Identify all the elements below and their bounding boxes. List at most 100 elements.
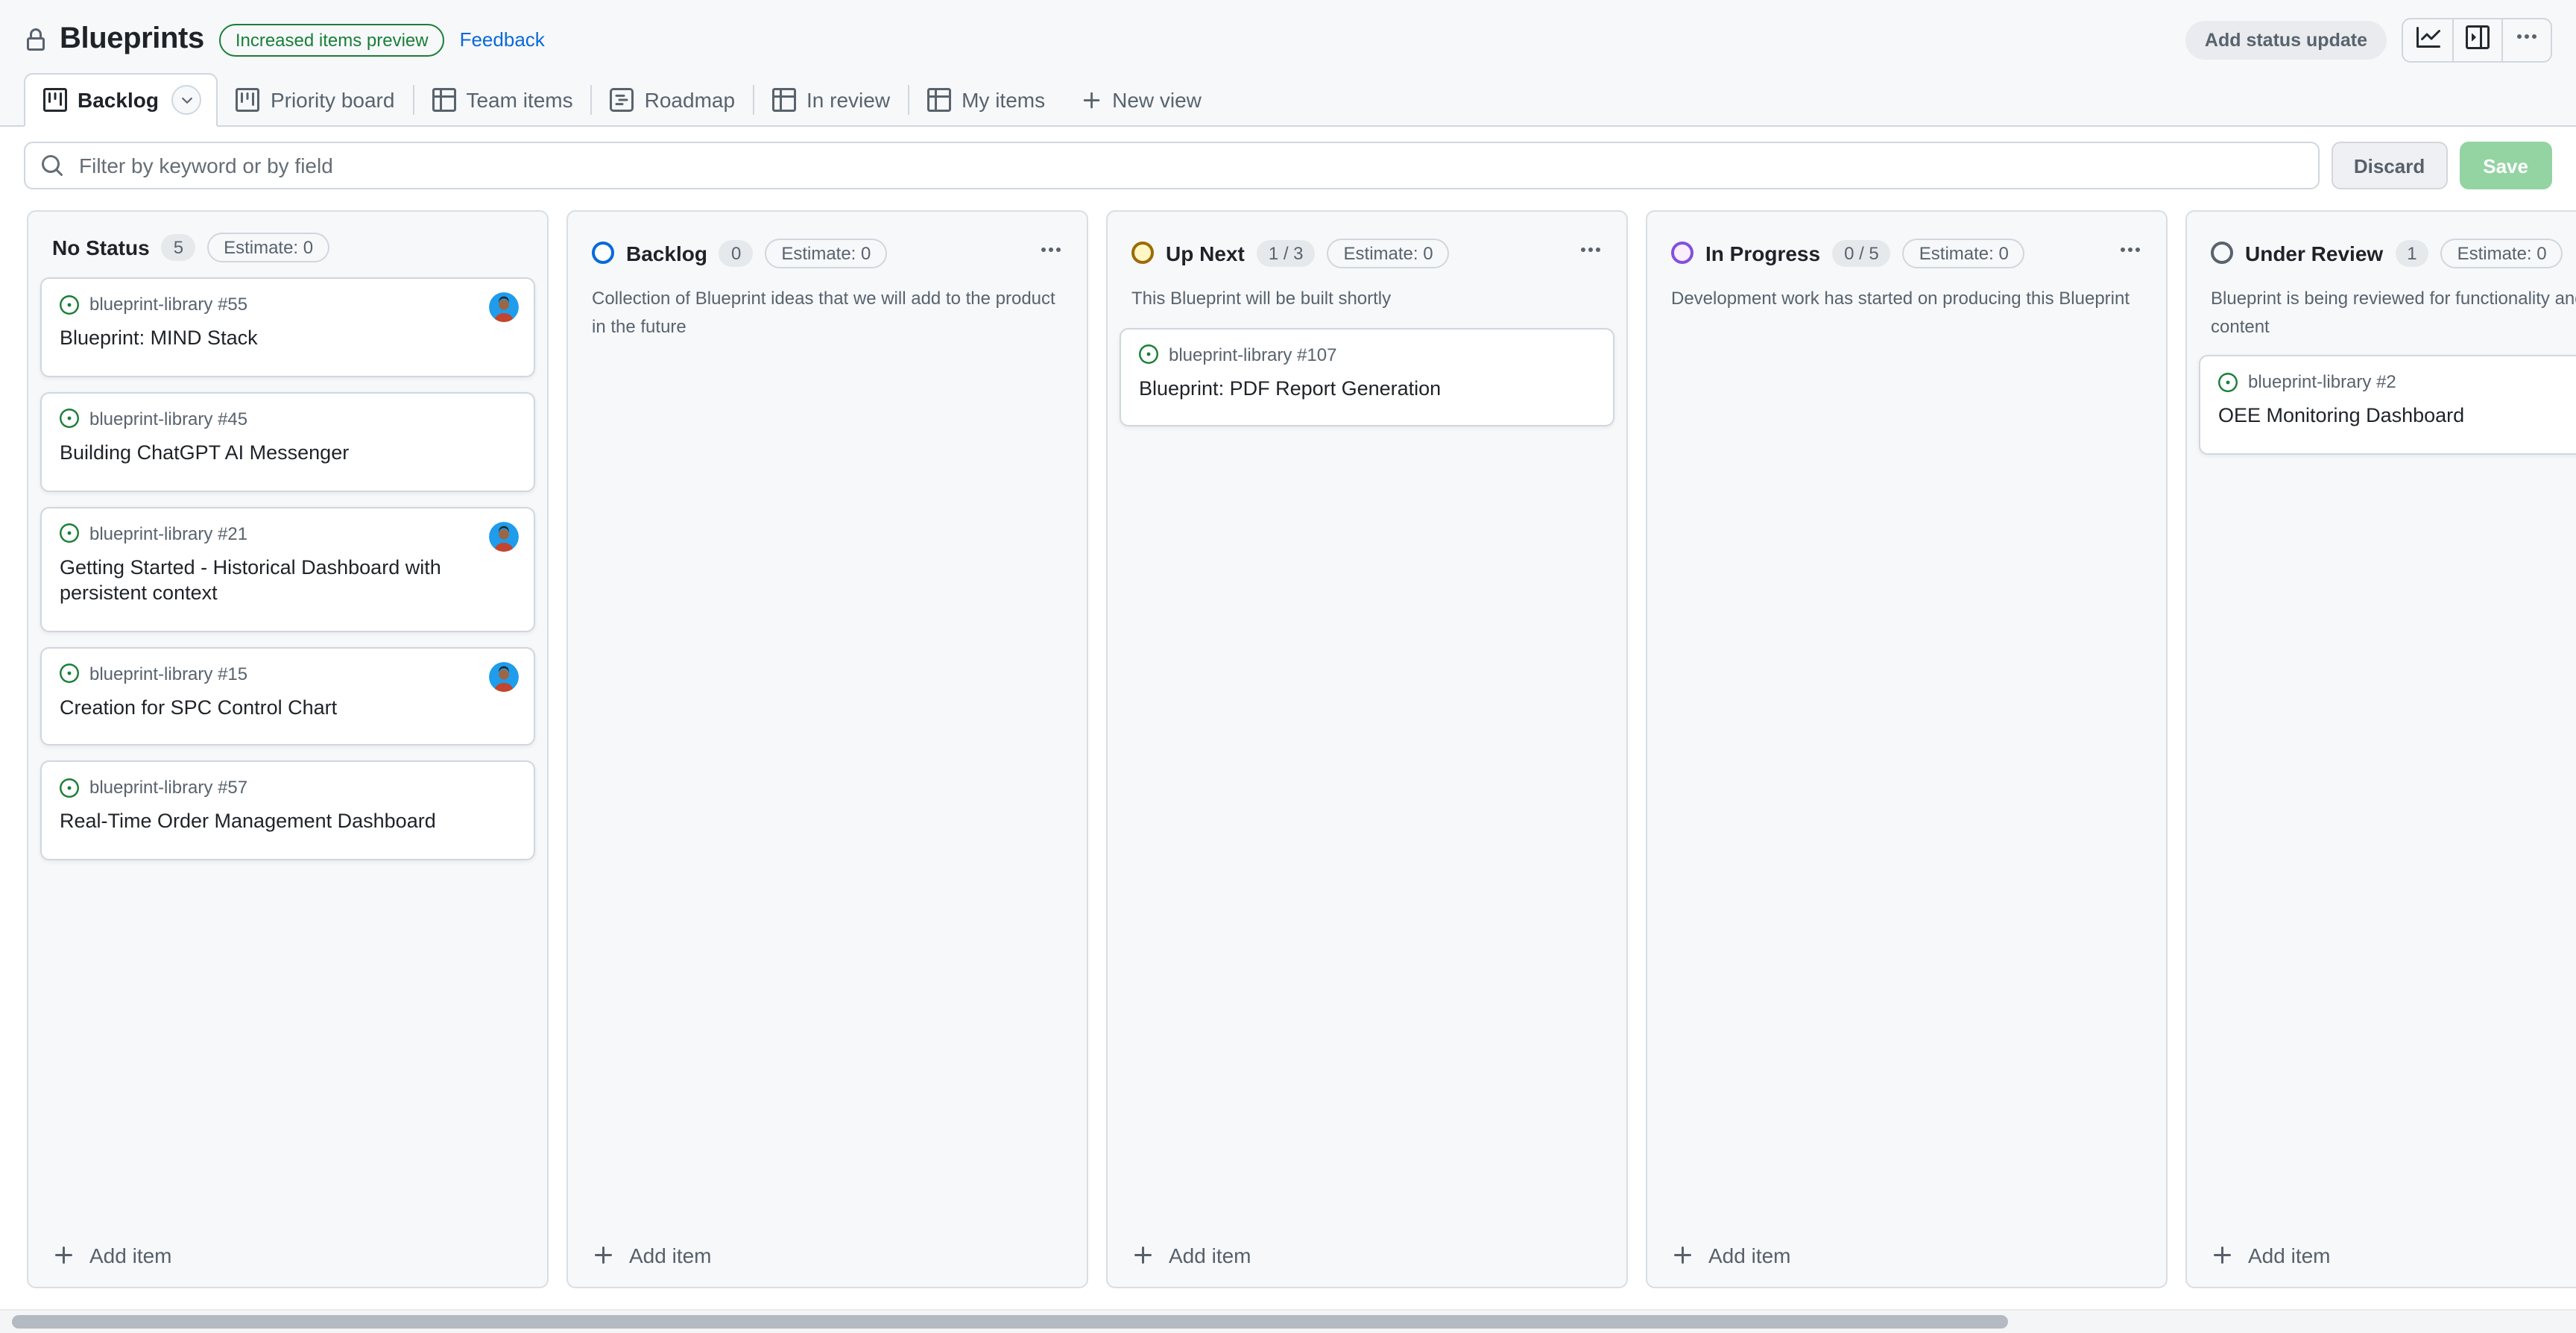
add-item-button[interactable]: Add item [568,1224,1087,1287]
column-title: Under Review [2245,241,2383,265]
tab-roadmap[interactable]: Roadmap [593,73,753,127]
issue-id-label[interactable]: blueprint-library #107 [1169,344,1336,365]
issue-card[interactable]: blueprint-library #107 Blueprint: PDF Re… [1120,327,1614,427]
plus-icon [52,1244,76,1267]
tab-priority-board[interactable]: Priority board [218,73,413,127]
insights-button[interactable] [2403,19,2452,60]
status-circle-icon [1131,242,1154,264]
search-icon [40,154,64,177]
add-item-label: Add item [1169,1244,1251,1267]
estimate-badge: Estimate: 0 [2441,238,2563,268]
issue-id-label[interactable]: blueprint-library #57 [89,778,247,798]
issue-card[interactable]: blueprint-library #45 Building ChatGPT A… [40,392,535,492]
column-menu-button[interactable] [1033,233,1069,273]
side-panel-toggle-button[interactable] [2452,19,2501,60]
issue-id-label[interactable]: blueprint-library #45 [89,409,247,429]
plus-icon [1671,1244,1695,1267]
estimate-badge: Estimate: 0 [207,233,329,262]
column-count-badge: 1 [2395,239,2428,266]
column-title: In Progress [1705,241,1820,265]
issue-id-label[interactable]: blueprint-library #15 [89,663,247,684]
column-cards: blueprint-library #2 OEE Monitoring Dash… [2187,340,2576,1224]
filter-input-container[interactable] [24,142,2320,189]
kebab-icon [2515,25,2539,54]
view-tabs: BacklogPriority boardTeam itemsRoadmapIn… [0,73,2576,127]
issue-title[interactable]: Getting Started - Historical Dashboard w… [60,556,516,607]
add-item-label: Add item [1708,1244,1791,1267]
issue-id-label[interactable]: blueprint-library #55 [89,294,247,315]
project-menu-button[interactable] [2501,19,2551,60]
tab-team-items[interactable]: Team items [414,73,590,127]
board-column: Up Next 1 / 3 Estimate: 0 This Blueprint… [1106,210,1628,1288]
top-bar: Blueprints Increased items preview Feedb… [0,0,2576,127]
add-item-button[interactable]: Add item [2187,1224,2576,1287]
horizontal-scrollbar[interactable] [0,1309,2576,1333]
column-title: Up Next [1166,241,1245,265]
save-button[interactable]: Save [2459,142,2552,189]
filter-input[interactable] [76,152,2303,179]
issue-opened-icon [60,409,79,429]
tab-my-items[interactable]: My items [909,73,1063,127]
add-item-button[interactable]: Add item [28,1224,547,1287]
issue-title[interactable]: Blueprint: PDF Report Generation [1139,376,1595,402]
column-count-badge: 1 / 3 [1257,239,1316,266]
issue-opened-icon [2218,372,2238,391]
board-column: Under Review 1 Estimate: 0 Blueprint is … [2185,210,2576,1288]
column-header: No Status 5 Estimate: 0 [28,212,547,262]
issue-opened-icon [60,294,79,314]
issue-card[interactable]: blueprint-library #2 OEE Monitoring Dash… [2199,355,2576,455]
add-item-button[interactable]: Add item [1647,1224,2166,1287]
assignee-avatar[interactable] [489,522,519,552]
issue-card[interactable]: blueprint-library #15 Creation for SPC C… [40,646,535,746]
view-options-caret[interactable] [172,85,202,115]
sidebar-collapse-icon [2466,25,2490,54]
issue-title[interactable]: OEE Monitoring Dashboard [2218,404,2576,429]
issue-id-label[interactable]: blueprint-library #2 [2248,371,2396,392]
scrollbar-thumb[interactable] [12,1315,2008,1329]
tab-backlog[interactable]: Backlog [24,73,218,127]
issue-title[interactable]: Building ChatGPT AI Messenger [60,441,516,467]
status-circle-icon [1671,242,1693,264]
issue-opened-icon [60,664,79,683]
new-view-button[interactable]: New view [1063,73,1219,127]
kebab-icon [1579,239,1603,267]
feedback-link[interactable]: Feedback [460,28,545,51]
issue-title[interactable]: Real-Time Order Management Dashboard [60,810,516,836]
project-board-page: Blueprints Increased items preview Feedb… [0,0,2576,1333]
column-menu-button[interactable] [1573,233,1609,273]
status-circle-icon [2211,242,2233,264]
kebab-icon [2118,239,2142,267]
table-icon [432,88,455,112]
board-column: In Progress 0 / 5 Estimate: 0 Developmen… [1646,210,2168,1288]
column-count-badge: 0 [719,239,753,266]
issue-card[interactable]: blueprint-library #55 Blueprint: MIND St… [40,277,535,377]
issue-title[interactable]: Blueprint: MIND Stack [60,327,516,352]
table-icon [927,88,951,112]
assignee-avatar[interactable] [489,292,519,322]
column-header: Under Review 1 Estimate: 0 [2187,212,2576,273]
issue-opened-icon [1139,344,1158,364]
filter-bar: Discard Save [0,127,2576,204]
issue-card[interactable]: blueprint-library #21 Getting Started - … [40,507,535,632]
issue-id-label[interactable]: blueprint-library #21 [89,523,247,544]
issue-title[interactable]: Creation for SPC Control Chart [60,696,516,721]
column-header: Backlog 0 Estimate: 0 [568,212,1087,273]
issue-card[interactable]: blueprint-library #57 Real-Time Order Ma… [40,761,535,861]
column-count-badge: 5 [162,234,195,261]
assignee-avatar[interactable] [489,661,519,691]
discard-button[interactable]: Discard [2332,142,2447,189]
rows-icon [610,88,634,112]
add-item-label: Add item [2248,1244,2331,1267]
tab-in-review[interactable]: In review [754,73,908,127]
estimate-badge: Estimate: 0 [1903,238,2025,268]
column-description: Blueprint is being reviewed for function… [2187,273,2576,340]
add-item-button[interactable]: Add item [1108,1224,1626,1287]
column-menu-button[interactable] [2112,233,2148,273]
column-title: Backlog [626,241,707,265]
graph-icon [2416,25,2440,54]
view-actions-group [2402,17,2552,62]
column-title: No Status [52,236,150,259]
add-status-update-button[interactable]: Add status update [2185,20,2387,59]
status-circle-icon [592,242,614,264]
plus-icon [592,1244,616,1267]
